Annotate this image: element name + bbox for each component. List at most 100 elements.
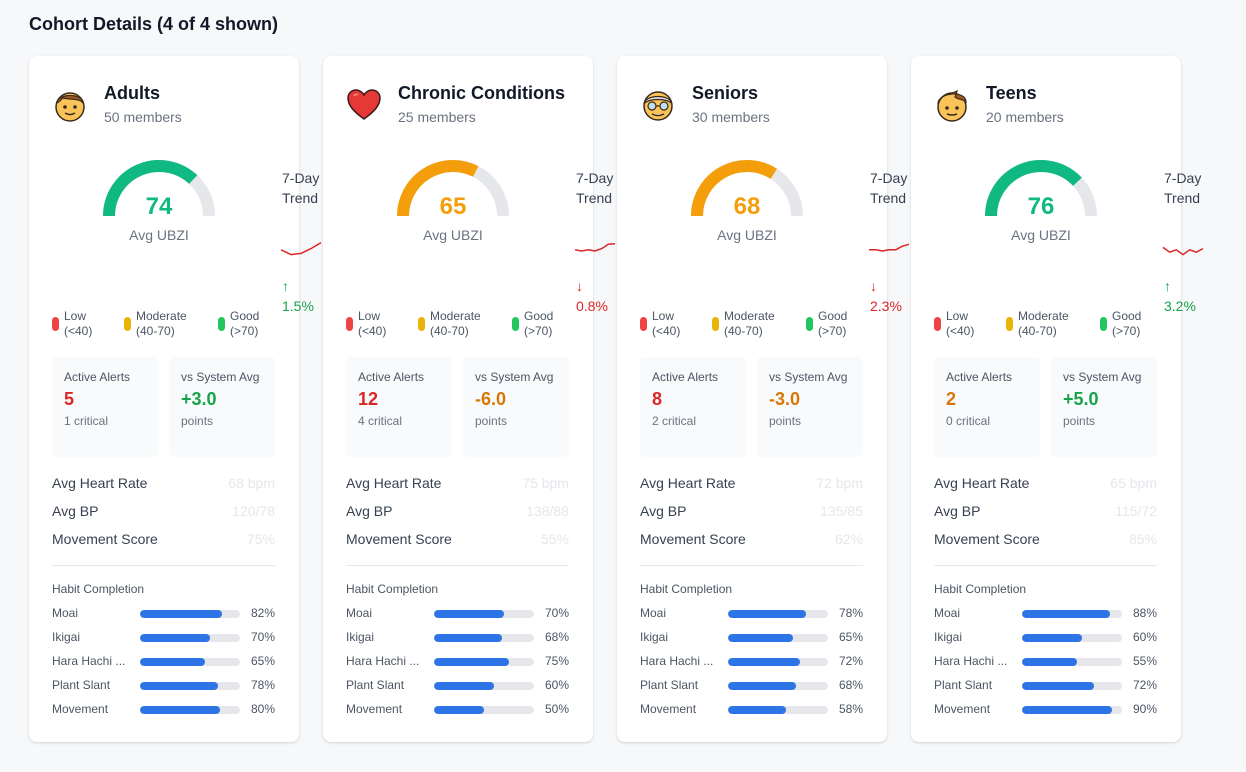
- habit-label: Movement: [640, 702, 697, 716]
- cohort-name: Teens: [986, 83, 1037, 103]
- habit-row: Ikigai 68%: [346, 630, 569, 646]
- vs-avg-value: -6.0: [475, 389, 507, 409]
- legend-label: Good (>70): [524, 309, 554, 338]
- metric-row-heart-rate: Avg Heart Rate 75 bpm: [346, 475, 569, 495]
- ubzi-label: Avg UBZI: [129, 227, 189, 243]
- habit-progress-track: [728, 706, 828, 714]
- metric-label: Movement Score: [640, 531, 746, 547]
- habit-percent: 75%: [544, 654, 569, 668]
- habit-progress-fill: [1022, 682, 1094, 690]
- metric-label: Movement Score: [52, 531, 158, 547]
- habit-label: Moai: [346, 606, 373, 620]
- legend-item-moderate: Moderate (40-70): [124, 309, 187, 339]
- habit-label: Hara Hachi ...: [346, 654, 420, 668]
- trend-sparkline: [869, 243, 910, 252]
- legend-label: Good (>70): [818, 309, 848, 338]
- legend-dot: [346, 317, 353, 331]
- habit-progress-track: [434, 610, 534, 618]
- habit-progress-track: [434, 634, 534, 642]
- habit-label: Ikigai: [640, 630, 669, 644]
- habit-progress-fill: [434, 682, 494, 690]
- habit-progress-track: [728, 658, 828, 666]
- legend-dot: [1006, 317, 1013, 331]
- legend-dot: [712, 317, 719, 331]
- legend-item-moderate: Moderate (40-70): [712, 309, 775, 339]
- habit-label: Ikigai: [934, 630, 963, 644]
- stat-label: vs System Avg: [1063, 370, 1142, 384]
- habit-row: Movement 50%: [346, 702, 569, 718]
- cohort-members: 50 members: [104, 109, 182, 125]
- habit-progress-track: [728, 634, 828, 642]
- alerts-critical: 0 critical: [946, 414, 991, 428]
- active-alerts-box: Active Alerts 8 2 critical: [640, 357, 746, 457]
- active-alerts-box: Active Alerts 12 4 critical: [346, 357, 452, 457]
- habit-percent: 70%: [250, 630, 275, 644]
- habit-percent: 72%: [1132, 678, 1157, 692]
- habit-progress-fill: [434, 706, 484, 714]
- habit-row: Moai 88%: [934, 606, 1157, 622]
- habit-completion-title: Habit Completion: [346, 582, 439, 596]
- heart-icon: [345, 86, 383, 124]
- metric-row-bp: Avg BP 135/85: [640, 503, 863, 523]
- habit-row: Ikigai 60%: [934, 630, 1157, 646]
- cohort-name: Adults: [104, 83, 160, 103]
- metric-row-movement: Movement Score 85%: [934, 531, 1157, 551]
- stat-label: Active Alerts: [358, 370, 425, 384]
- alerts-critical: 4 critical: [358, 414, 403, 428]
- habit-progress-fill: [140, 682, 218, 690]
- legend-item-good: Good (>70): [1100, 309, 1141, 339]
- habit-progress-fill: [140, 634, 210, 642]
- divider: [52, 565, 275, 566]
- habit-progress-fill: [728, 682, 796, 690]
- habit-row: Hara Hachi ... 55%: [934, 654, 1157, 670]
- habit-progress-track: [140, 682, 240, 690]
- stat-label: vs System Avg: [475, 370, 554, 384]
- habit-label: Movement: [52, 702, 109, 716]
- habit-progress-fill: [1022, 706, 1112, 714]
- legend-dot: [124, 317, 131, 331]
- metric-label: Avg Heart Rate: [52, 475, 148, 491]
- habit-progress-fill: [728, 706, 786, 714]
- habit-row: Moai 70%: [346, 606, 569, 622]
- legend-label: Moderate (40-70): [724, 309, 775, 338]
- legend-dot: [934, 317, 941, 331]
- habit-completion-title: Habit Completion: [52, 582, 145, 596]
- habit-progress-fill: [728, 634, 793, 642]
- older-person-icon: [639, 86, 677, 124]
- habit-completion-title: Habit Completion: [934, 582, 1027, 596]
- habit-row: Ikigai 70%: [52, 630, 275, 646]
- metric-value: 62%: [834, 531, 863, 547]
- habit-progress-track: [434, 682, 534, 690]
- cohort-card: Teens 20 members 76 Avg UBZI 7-Day Trend…: [911, 56, 1204, 742]
- vs-system-avg-box: vs System Avg +3.0 points: [169, 357, 275, 457]
- metric-value: 85%: [1128, 531, 1157, 547]
- vs-avg-value: +3.0: [181, 389, 217, 409]
- habit-row: Moai 78%: [640, 606, 863, 622]
- stat-label: Active Alerts: [946, 370, 1013, 384]
- habit-row: Plant Slant 68%: [640, 678, 863, 694]
- legend-item-moderate: Moderate (40-70): [1006, 309, 1069, 339]
- metric-label: Avg Heart Rate: [346, 475, 442, 491]
- habit-percent: 60%: [544, 678, 569, 692]
- legend-label: Low (<40): [64, 309, 93, 338]
- ubzi-value: 76: [1027, 193, 1055, 220]
- ubzi-legend: Low (<40) Moderate (40-70) Good (>70): [640, 309, 880, 341]
- ubzi-legend: Low (<40) Moderate (40-70) Good (>70): [52, 309, 292, 341]
- legend-item-low: Low (<40): [52, 309, 92, 339]
- habit-label: Moai: [934, 606, 961, 620]
- habit-percent: 78%: [838, 606, 863, 620]
- legend-label: Low (<40): [358, 309, 387, 338]
- metric-value: 72 bpm: [816, 475, 863, 491]
- trend-arrow-icon: ↑: [1164, 278, 1171, 294]
- trend-sparkline: [1162, 246, 1204, 256]
- habit-progress-track: [1022, 658, 1122, 666]
- stat-label: vs System Avg: [181, 370, 260, 384]
- metric-row-movement: Movement Score 62%: [640, 531, 863, 551]
- trend-title: 7-Day Trend: [1164, 170, 1202, 206]
- habit-progress-fill: [1022, 634, 1082, 642]
- trend-sparkline: [280, 241, 322, 256]
- stat-label: vs System Avg: [769, 370, 848, 384]
- vs-avg-value: +5.0: [1063, 389, 1099, 409]
- habit-progress-track: [140, 610, 240, 618]
- habit-label: Plant Slant: [934, 678, 993, 692]
